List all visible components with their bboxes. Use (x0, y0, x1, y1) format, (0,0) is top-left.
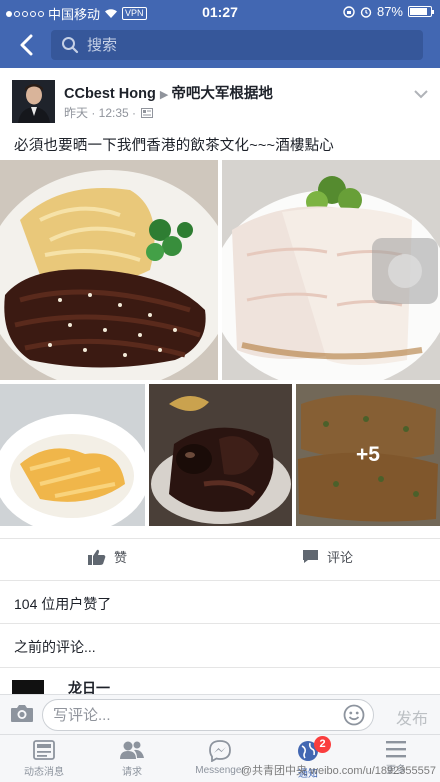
battery-icon (408, 6, 434, 17)
notification-badge: 2 (314, 736, 331, 753)
author-name[interactable]: CCbest Hong (64, 86, 156, 102)
messenger-icon (209, 740, 231, 762)
photo-1[interactable] (0, 160, 218, 380)
camera-button[interactable] (10, 703, 34, 728)
like-button[interactable]: 赞 (88, 547, 127, 566)
thumbs-up-icon (88, 549, 106, 565)
chevron-down-icon (414, 90, 428, 99)
post-meta: 昨天 · 12:35 · (64, 104, 154, 121)
like-label: 赞 (114, 550, 128, 565)
audience-icon (141, 107, 154, 118)
battery-percent: 87% (376, 4, 403, 19)
top-navigation-bar: 中国移动 VPN 01:27 87% (0, 0, 440, 68)
search-input[interactable] (87, 36, 387, 54)
post-text: 必須也要晒一下我們香港的飲茶文化~~~酒樓點心 (14, 138, 335, 154)
arrow-right-icon: ▶ (159, 89, 172, 101)
commenter-avatar[interactable] (12, 680, 44, 694)
weibo-watermark: @共青团中央 weibo.com/u/1892355557 (240, 765, 436, 777)
post-card: CCbest Hong ▶ 帝吧大军根据地 昨天 · 12:35 · 必須也要晒… (0, 68, 440, 696)
comment-input-box[interactable] (42, 699, 374, 731)
photo-4[interactable] (149, 384, 292, 526)
search-bar[interactable] (51, 30, 423, 60)
post-author-line: CCbest Hong ▶ 帝吧大军根据地 (64, 82, 273, 103)
tab-news-feed[interactable]: 动态消息 (0, 740, 88, 778)
post-timestamp[interactable]: 昨天 · 12:35 · (64, 104, 136, 121)
comment-preview: 龙日一 (0, 670, 440, 696)
target-group-name[interactable]: 帝吧大军根据地 (171, 86, 273, 102)
tab-requests[interactable]: 请求 (88, 740, 176, 778)
alarm-icon (360, 6, 372, 18)
tab-label: 请求 (122, 767, 142, 778)
post-actions: 赞 评论 (0, 538, 440, 574)
comment-input[interactable] (53, 706, 323, 724)
publish-button[interactable]: 发布 (396, 705, 428, 729)
more-photos-overlay: +5 (296, 384, 440, 526)
photo-5-more[interactable]: +5 (296, 384, 440, 526)
comment-composer: 发布 (0, 694, 440, 734)
status-bar: 中国移动 VPN 01:27 87% (0, 0, 440, 24)
tab-label: Messenger (195, 765, 245, 776)
menu-icon (386, 741, 406, 758)
previous-comments-link[interactable]: 之前的评论... (0, 624, 440, 668)
news-feed-icon (33, 740, 55, 760)
rotation-lock-icon (343, 5, 355, 18)
comment-label: 评论 (327, 550, 354, 565)
camera-icon (11, 705, 33, 722)
back-button[interactable] (14, 32, 38, 58)
tab-label: 动态消息 (24, 767, 64, 778)
comment-bubble-icon (303, 550, 318, 563)
comment-button[interactable]: 评论 (302, 547, 353, 566)
smiley-icon (343, 704, 365, 726)
likes-summary[interactable]: 104 位用户赞了 (0, 580, 440, 624)
photo-grid: +5 (0, 160, 440, 526)
photo-3[interactable] (0, 384, 145, 526)
photo-2[interactable] (222, 160, 440, 380)
author-avatar[interactable] (12, 80, 55, 123)
search-icon (62, 37, 79, 54)
emoji-button[interactable] (343, 704, 365, 731)
facebook-post-page: 中国移动 VPN 01:27 87% 搜索 CCbest Hong ▶ 帝吧大军… (0, 0, 440, 782)
chevron-left-icon (20, 34, 33, 56)
post-options-button[interactable] (414, 86, 428, 104)
friend-requests-icon (120, 741, 144, 759)
